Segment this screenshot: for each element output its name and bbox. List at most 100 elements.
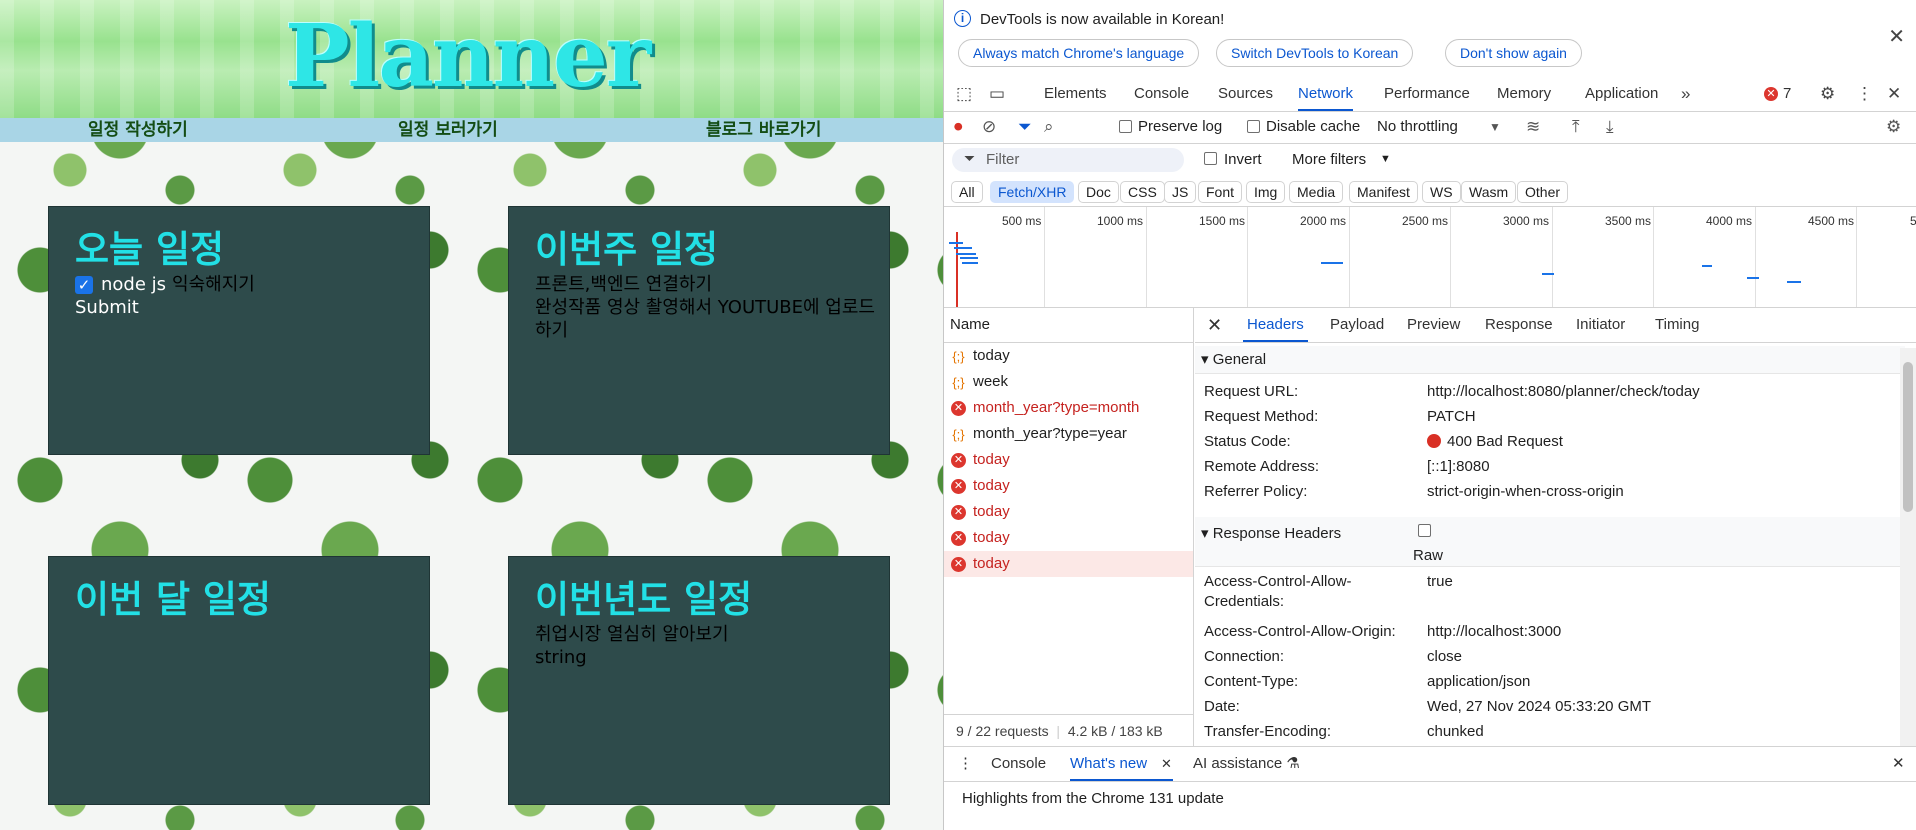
tab-response[interactable]: Response xyxy=(1485,308,1553,342)
close-tab-icon[interactable]: ✕ xyxy=(1161,747,1172,781)
type-all[interactable]: All xyxy=(951,181,983,203)
tab-memory[interactable]: Memory xyxy=(1497,76,1551,111)
tab-preview[interactable]: Preview xyxy=(1407,308,1460,342)
request-row[interactable]: {;} month_year?type=year xyxy=(944,421,1193,447)
nav-blog-link[interactable]: 블로그 바로가기 xyxy=(706,118,821,142)
switch-korean-button[interactable]: Switch DevTools to Korean xyxy=(1216,39,1414,67)
tab-network[interactable]: Network xyxy=(1298,76,1354,111)
details-scrollbar[interactable] xyxy=(1900,348,1916,746)
tab-headers[interactable]: Headers xyxy=(1243,308,1308,342)
upload-icon[interactable]: ⤒ xyxy=(1572,117,1580,137)
general-section-header[interactable]: ▾ General xyxy=(1195,346,1905,374)
close-drawer-icon[interactable]: ✕ xyxy=(1892,747,1905,781)
disable-cache-checkbox[interactable] xyxy=(1247,120,1260,133)
match-language-button[interactable]: Always match Chrome's language xyxy=(958,39,1200,67)
search-icon[interactable]: ⌕ xyxy=(1044,117,1054,137)
error-icon: ✕ xyxy=(951,479,966,494)
request-row[interactable]: {;} week xyxy=(944,369,1193,395)
name-column-header[interactable]: Name xyxy=(944,308,1193,343)
tab-console[interactable]: Console xyxy=(1134,76,1189,111)
today-title: 오늘 일정 xyxy=(75,228,225,271)
chevron-down-icon[interactable]: ▼ xyxy=(1380,153,1391,165)
tab-payload[interactable]: Payload xyxy=(1330,308,1384,342)
tab-initiator[interactable]: Initiator xyxy=(1576,308,1625,342)
network-timeline[interactable]: 500 ms 1000 ms 1500 ms 2000 ms 2500 ms 3… xyxy=(944,207,1916,308)
gear-icon[interactable]: ⚙ xyxy=(1820,84,1835,104)
today-item-checkbox[interactable]: ✓ xyxy=(75,275,93,294)
bottom-drawer: ⋮ Console What's new ✕ AI assistance ⚗ ✕… xyxy=(944,746,1916,830)
throttling-select[interactable]: No throttling xyxy=(1377,117,1458,137)
year-title: 이번년도 일정 xyxy=(535,578,753,621)
filter-icon[interactable]: ⏷ xyxy=(1018,117,1032,137)
raw-checkbox[interactable] xyxy=(1418,524,1431,537)
week-card: 이번주 일정 프론트,백엔드 연결하기 완성작품 영상 촬영해서 YOUTUBE… xyxy=(508,206,890,455)
type-ws[interactable]: WS xyxy=(1422,181,1461,203)
record-icon[interactable]: ⏺ xyxy=(954,117,963,137)
highlights-text: Highlights from the Chrome 131 update xyxy=(962,790,1224,807)
request-row[interactable]: ✕ today xyxy=(944,473,1193,499)
type-media[interactable]: Media xyxy=(1289,181,1344,203)
tab-performance[interactable]: Performance xyxy=(1384,76,1470,111)
type-wasm[interactable]: Wasm xyxy=(1461,181,1517,203)
invert-checkbox[interactable] xyxy=(1204,152,1217,165)
today-item-prefix: node js xyxy=(101,274,167,295)
timeline-tick: 5 xyxy=(1910,214,1916,228)
close-details-icon[interactable]: ✕ xyxy=(1207,308,1222,342)
network-settings-icon[interactable]: ⚙ xyxy=(1886,117,1901,137)
filter-input[interactable]: ⏷ Filter xyxy=(952,148,1184,172)
xhr-icon: {;} xyxy=(952,349,965,364)
request-count: 9 / 22 requests xyxy=(956,723,1049,739)
drawer-tab-ai-assistance[interactable]: AI assistance ⚗ xyxy=(1193,747,1300,781)
request-row[interactable]: {;} today xyxy=(944,343,1193,369)
tab-timing[interactable]: Timing xyxy=(1655,308,1699,342)
request-row[interactable]: ✕ today xyxy=(944,525,1193,551)
tab-application[interactable]: Application xyxy=(1585,76,1658,111)
type-css[interactable]: CSS xyxy=(1120,181,1165,203)
network-conditions-icon[interactable]: ≋ xyxy=(1526,117,1540,137)
request-row[interactable]: ✕ month_year?type=month xyxy=(944,395,1193,421)
request-row-selected[interactable]: ✕ today xyxy=(944,551,1193,577)
timeline-tick: 3500 ms xyxy=(1605,214,1652,228)
type-doc[interactable]: Doc xyxy=(1078,181,1119,203)
xhr-icon: {;} xyxy=(952,427,965,442)
type-manifest[interactable]: Manifest xyxy=(1349,181,1418,203)
nav-view-schedule[interactable]: 일정 보러가기 xyxy=(398,118,498,142)
tab-elements[interactable]: Elements xyxy=(1044,76,1107,111)
timeline-tick: 4000 ms xyxy=(1706,214,1753,228)
info-icon: i xyxy=(954,10,971,27)
more-tabs-icon[interactable]: » xyxy=(1681,84,1690,104)
clear-icon[interactable]: ⊘ xyxy=(982,117,996,137)
dont-show-button[interactable]: Don't show again xyxy=(1445,39,1582,67)
inspect-icon[interactable]: ⬚ xyxy=(956,84,972,104)
more-filters-button[interactable]: More filters xyxy=(1292,151,1366,168)
drawer-menu-icon[interactable]: ⋮ xyxy=(958,747,973,781)
error-icon: ✕ xyxy=(1764,87,1778,101)
scrollbar-thumb[interactable] xyxy=(1903,362,1913,512)
download-icon[interactable]: ⤓ xyxy=(1606,117,1614,137)
today-submit-button[interactable]: Submit xyxy=(75,296,429,320)
type-fetch-xhr[interactable]: Fetch/XHR xyxy=(990,181,1075,203)
drawer-tab-whats-new[interactable]: What's new xyxy=(1070,747,1174,781)
type-js[interactable]: JS xyxy=(1164,181,1197,203)
drawer-tab-console[interactable]: Console xyxy=(991,747,1046,781)
nav-write-schedule[interactable]: 일정 작성하기 xyxy=(88,118,188,142)
request-row[interactable]: ✕ today xyxy=(944,447,1193,473)
close-icon[interactable]: ✕ xyxy=(1888,24,1905,49)
kebab-menu-icon[interactable]: ⋮ xyxy=(1856,84,1873,104)
tab-sources[interactable]: Sources xyxy=(1218,76,1273,111)
error-count[interactable]: 7 xyxy=(1783,76,1791,111)
year-card: 이번년도 일정 취업시장 열심히 알아보기 string xyxy=(508,556,890,805)
type-font[interactable]: Font xyxy=(1198,181,1243,203)
invert-label: Invert xyxy=(1224,151,1262,168)
device-toggle-icon[interactable]: ▭ xyxy=(989,84,1005,104)
response-headers-section[interactable]: ▾ Response Headers Raw xyxy=(1195,517,1905,567)
filter-bar: ⏷ Filter Invert More filters ▼ xyxy=(944,143,1916,175)
close-devtools-icon[interactable]: ✕ xyxy=(1887,84,1901,104)
transfer-size: 4.2 kB / 183 kB xyxy=(1067,723,1163,739)
chevron-down-icon[interactable]: ▼ xyxy=(1489,120,1501,134)
timeline-tick: 500 ms xyxy=(1002,214,1042,228)
type-img[interactable]: Img xyxy=(1246,181,1286,203)
type-other[interactable]: Other xyxy=(1517,181,1569,203)
preserve-log-checkbox[interactable] xyxy=(1119,120,1132,133)
request-row[interactable]: ✕ today xyxy=(944,499,1193,525)
